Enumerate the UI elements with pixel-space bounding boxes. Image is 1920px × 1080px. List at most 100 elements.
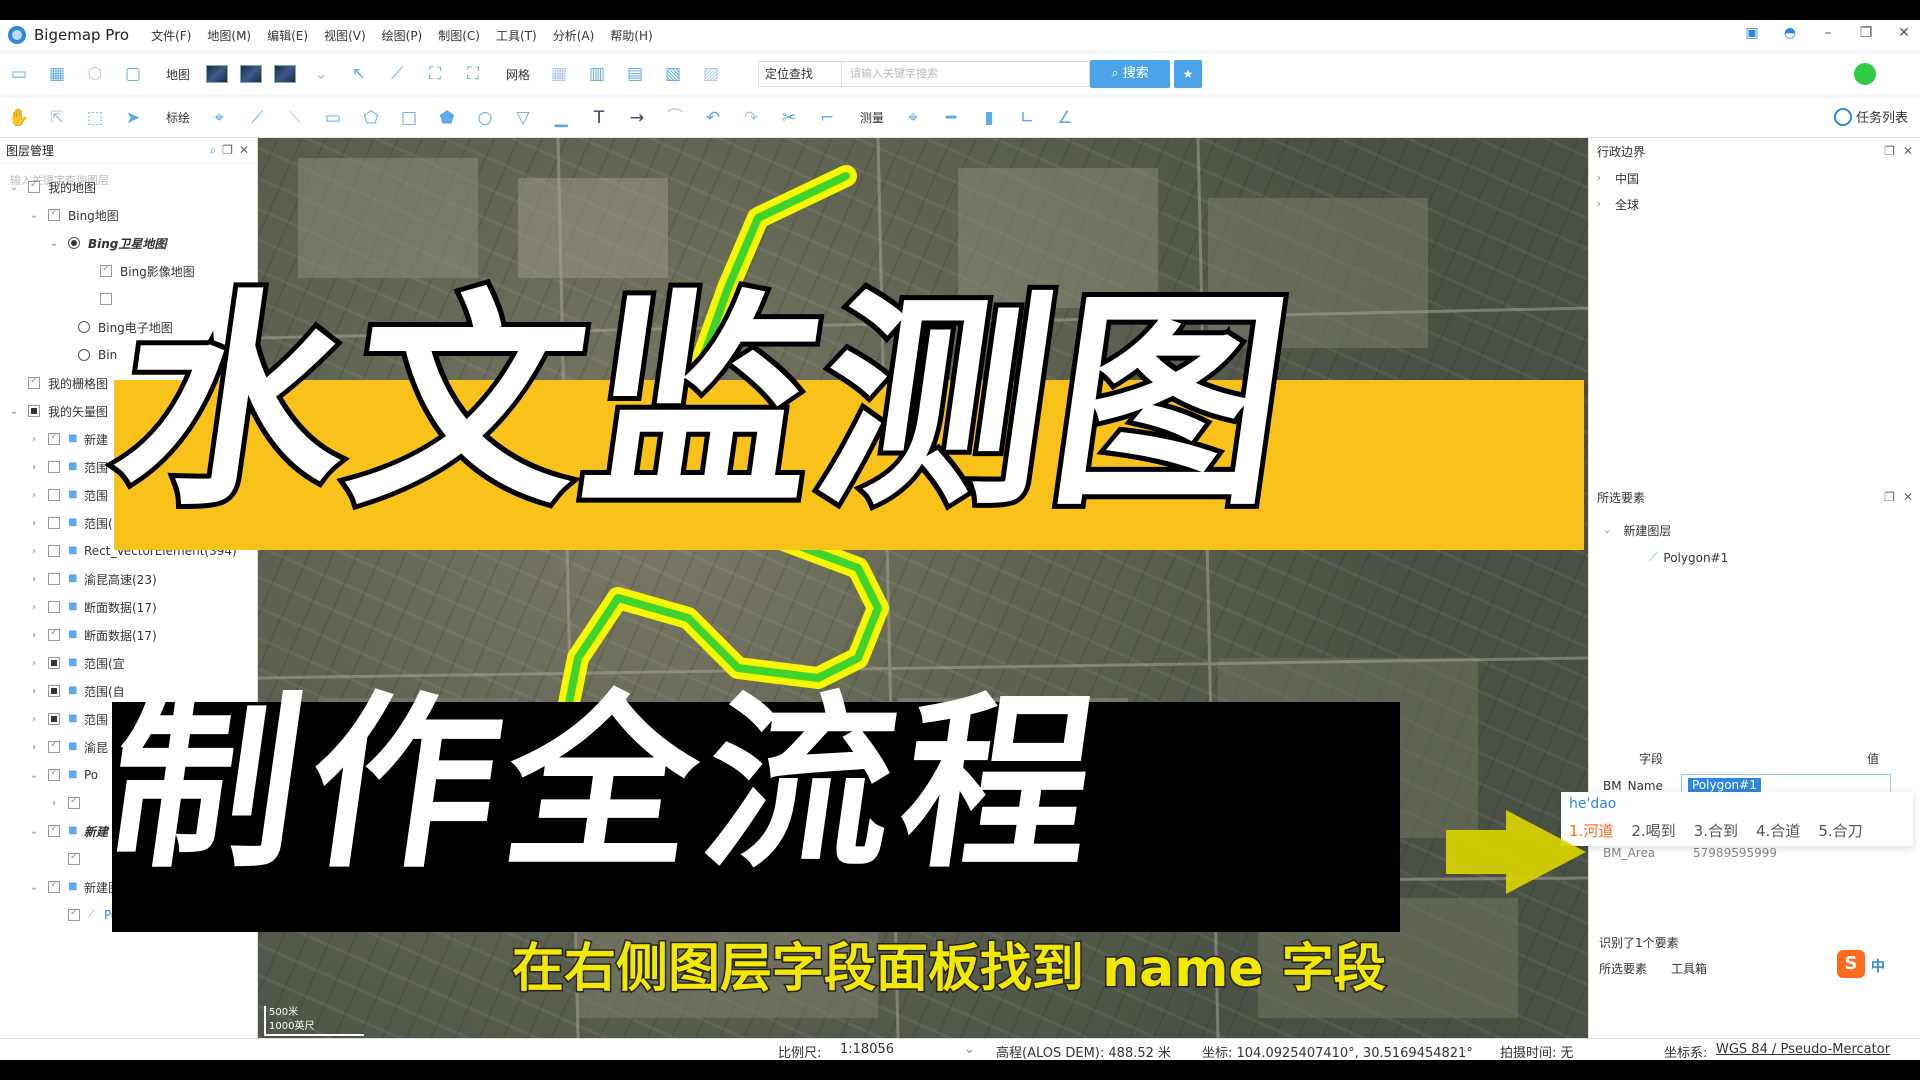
ime-candidate[interactable]: 3.合到 — [1694, 820, 1738, 841]
select-pointer-icon[interactable]: ⇱ — [46, 107, 68, 129]
fullscreen-icon[interactable]: ⛶ — [462, 63, 484, 85]
open-icon[interactable]: ▦ — [46, 63, 68, 85]
grid-more-icon[interactable]: ▨ — [700, 63, 722, 85]
admin-close-icon[interactable]: ✕ — [1903, 144, 1913, 158]
chevron-right-icon[interactable]: › — [28, 686, 40, 697]
layer-tree-item[interactable]: ⌄ 我的地图 — [0, 176, 96, 198]
chevron-right-icon[interactable]: › — [28, 434, 40, 445]
ime-candidate[interactable]: 2.喝到 — [1631, 820, 1675, 841]
admin-item-global[interactable]: › 全球 — [1597, 196, 1639, 213]
favorite-button[interactable]: ★ — [1174, 60, 1203, 88]
select-area-icon[interactable]: ⛶ — [424, 63, 446, 85]
curve-icon[interactable]: ⌒ — [664, 107, 686, 129]
layer-checkbox[interactable] — [100, 263, 112, 277]
chevron-down-icon[interactable]: ⌄ — [28, 770, 40, 781]
layer-checkbox[interactable] — [48, 627, 60, 641]
layer-tree-item[interactable]: › — [0, 792, 88, 814]
chevron-right-icon[interactable]: › — [28, 490, 40, 501]
layer-checkbox[interactable] — [28, 405, 40, 417]
layer-checkbox[interactable] — [48, 207, 60, 221]
layer-checkbox[interactable] — [48, 823, 60, 837]
layer-checkbox[interactable] — [48, 517, 60, 529]
chevron-right-icon[interactable]: › — [28, 574, 40, 585]
layer-checkbox[interactable] — [48, 545, 60, 557]
scale-dropdown-icon[interactable]: ⌄ — [964, 1042, 975, 1057]
arrow-icon[interactable]: → — [626, 107, 648, 129]
ime-candidate[interactable]: 5.合刀 — [1818, 820, 1862, 841]
layer-tree-item[interactable]: › ■ 范围 — [0, 708, 108, 730]
cut-icon[interactable]: ✂ — [778, 107, 800, 129]
crs-value[interactable]: WGS 84 / Pseudo-Mercator — [1716, 1042, 1890, 1057]
ime-candidate[interactable]: 4.合道 — [1756, 820, 1800, 841]
minimize-icon[interactable]: – — [1820, 25, 1836, 41]
circle-icon[interactable]: ○ — [474, 107, 496, 129]
layer-checkbox[interactable] — [48, 713, 60, 725]
layer-tree-item[interactable]: › ■ 范围 — [0, 456, 108, 478]
chevron-down-icon[interactable]: ⌄ — [8, 406, 20, 417]
line-tool-icon[interactable]: ⟋ — [386, 63, 408, 85]
menu-cartography[interactable]: 制图(C) — [438, 27, 480, 44]
sogou-ime-icon[interactable]: S — [1837, 950, 1865, 978]
measure-area-icon[interactable]: ▮ — [978, 107, 1000, 129]
chevron-down-icon[interactable]: ⌄ — [28, 826, 40, 837]
rectangle-icon[interactable]: ▭ — [322, 107, 344, 129]
online-status-icon[interactable] — [1854, 63, 1876, 85]
settings-icon[interactable]: ⬡ — [84, 63, 106, 85]
tab-selected-features[interactable]: 所选要素 — [1599, 960, 1647, 977]
panel-float-icon[interactable]: ❐ — [222, 143, 233, 158]
chevron-right-icon[interactable]: › — [28, 658, 40, 669]
layer-tree-item[interactable]: ⌄ ■ Po — [0, 764, 98, 786]
layer-checkbox[interactable] — [48, 601, 60, 613]
maximize-icon[interactable]: ❐ — [1858, 25, 1874, 41]
admin-item-china[interactable]: › 中国 — [1597, 170, 1639, 187]
measure-line-icon[interactable]: ━ — [940, 107, 962, 129]
layer-radio[interactable] — [78, 321, 90, 333]
box-select-icon[interactable]: ⬚ — [84, 107, 106, 129]
menu-edit[interactable]: 编辑(E) — [267, 27, 308, 44]
grid-sheet-icon[interactable]: ▧ — [662, 63, 684, 85]
polyline-icon[interactable]: ⟋ — [246, 107, 268, 129]
chevron-down-icon[interactable]: ⌄ — [28, 882, 40, 893]
undo-icon[interactable]: ↶ — [702, 107, 724, 129]
marker-icon[interactable]: ⌖ — [208, 107, 230, 129]
layer-radio[interactable] — [78, 349, 90, 361]
new-file-icon[interactable]: ▭ — [8, 63, 30, 85]
layer-checkbox[interactable] — [48, 431, 60, 445]
layer-tree-item[interactable]: › ■ 渝昆高速(23) — [0, 568, 157, 590]
map-source-3-icon[interactable] — [274, 65, 297, 83]
layer-tree-item[interactable]: ⌄ Bing地图 — [0, 204, 119, 226]
layer-checkbox[interactable] — [48, 739, 60, 753]
layer-checkbox[interactable] — [48, 685, 60, 697]
layer-tree-item[interactable]: Bin — [0, 344, 117, 366]
click-select-icon[interactable]: ➤ — [122, 107, 144, 129]
close-icon[interactable]: ✕ — [1896, 25, 1912, 41]
pentagon-icon[interactable]: ⬟ — [436, 107, 458, 129]
layer-checkbox[interactable] — [68, 851, 80, 865]
redo-icon[interactable]: ↷ — [740, 107, 762, 129]
menu-tools[interactable]: 工具(T) — [496, 27, 537, 44]
grid-lng-icon[interactable]: ▥ — [586, 63, 608, 85]
layer-checkbox[interactable] — [68, 795, 80, 809]
layer-checkbox[interactable] — [48, 657, 60, 669]
layer-tree-item[interactable]: › ■ 新建 — [0, 428, 108, 450]
chevron-right-icon[interactable]: › — [28, 462, 40, 473]
chevron-right-icon[interactable]: › — [28, 714, 40, 725]
menu-analysis[interactable]: 分析(A) — [553, 27, 595, 44]
layer-tree-item[interactable]: › ■ 断面数据(17) — [0, 596, 157, 618]
chevron-right-icon[interactable]: › — [28, 742, 40, 753]
chevron-right-icon[interactable]: › — [28, 630, 40, 641]
pointer-tool-icon[interactable]: ↖ — [348, 63, 370, 85]
grid-km-icon[interactable]: ▤ — [624, 63, 646, 85]
selected-feature-row[interactable]: ⟋ Polygon#1 — [1649, 550, 1728, 565]
layer-tree-item[interactable]: › ■ 断面数据(17) — [0, 624, 157, 646]
chevron-right-icon[interactable]: › — [28, 546, 40, 557]
locate-select[interactable]: 定位查找 — [758, 61, 843, 87]
layer-tree-item[interactable]: › ■ 范围(自 — [0, 680, 125, 702]
text-icon[interactable]: T — [588, 107, 610, 129]
task-list-button[interactable]: 任务列表 — [1833, 107, 1908, 126]
selected-close-icon[interactable]: ✕ — [1903, 490, 1913, 504]
search-button[interactable]: ⌕ 搜索 — [1090, 60, 1171, 88]
measure-azimuth-icon[interactable]: ∠ — [1054, 107, 1076, 129]
layer-checkbox[interactable] — [48, 489, 60, 501]
layer-checkbox[interactable] — [68, 907, 80, 921]
